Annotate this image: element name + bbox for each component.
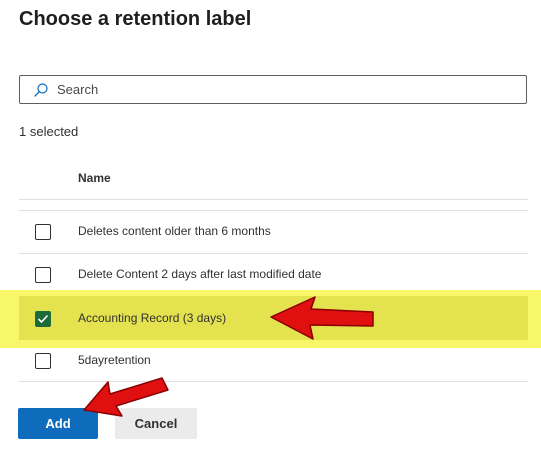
column-header-name[interactable]: Name — [78, 171, 111, 185]
search-box[interactable] — [19, 75, 527, 104]
add-button[interactable]: Add — [18, 408, 98, 439]
row-checkbox[interactable] — [35, 267, 51, 283]
row-checkbox[interactable] — [35, 224, 51, 240]
selected-count: 1 selected — [19, 124, 79, 139]
search-icon — [33, 82, 49, 98]
header-divider — [19, 199, 528, 200]
list-item[interactable]: 5dayretention — [19, 341, 528, 381]
row-label: 5dayretention — [78, 353, 151, 367]
row-label: Accounting Record (3 days) — [78, 311, 227, 325]
list-item-selected[interactable]: Accounting Record (3 days) — [19, 299, 528, 339]
cancel-button[interactable]: Cancel — [115, 408, 197, 439]
list-item[interactable]: Delete Content 2 days after last modifie… — [19, 255, 528, 295]
search-input[interactable] — [57, 82, 526, 97]
row-divider — [19, 210, 528, 211]
list-item[interactable]: Deletes content older than 6 months — [19, 212, 528, 252]
row-checkbox-checked[interactable] — [35, 311, 51, 327]
dialog-title: Choose a retention label — [19, 8, 252, 30]
row-label: Deletes content older than 6 months — [78, 224, 271, 238]
checkmark-icon — [37, 314, 49, 324]
row-divider — [19, 253, 528, 254]
row-checkbox[interactable] — [35, 353, 51, 369]
row-label: Delete Content 2 days after last modifie… — [78, 267, 322, 281]
row-divider — [19, 381, 528, 382]
